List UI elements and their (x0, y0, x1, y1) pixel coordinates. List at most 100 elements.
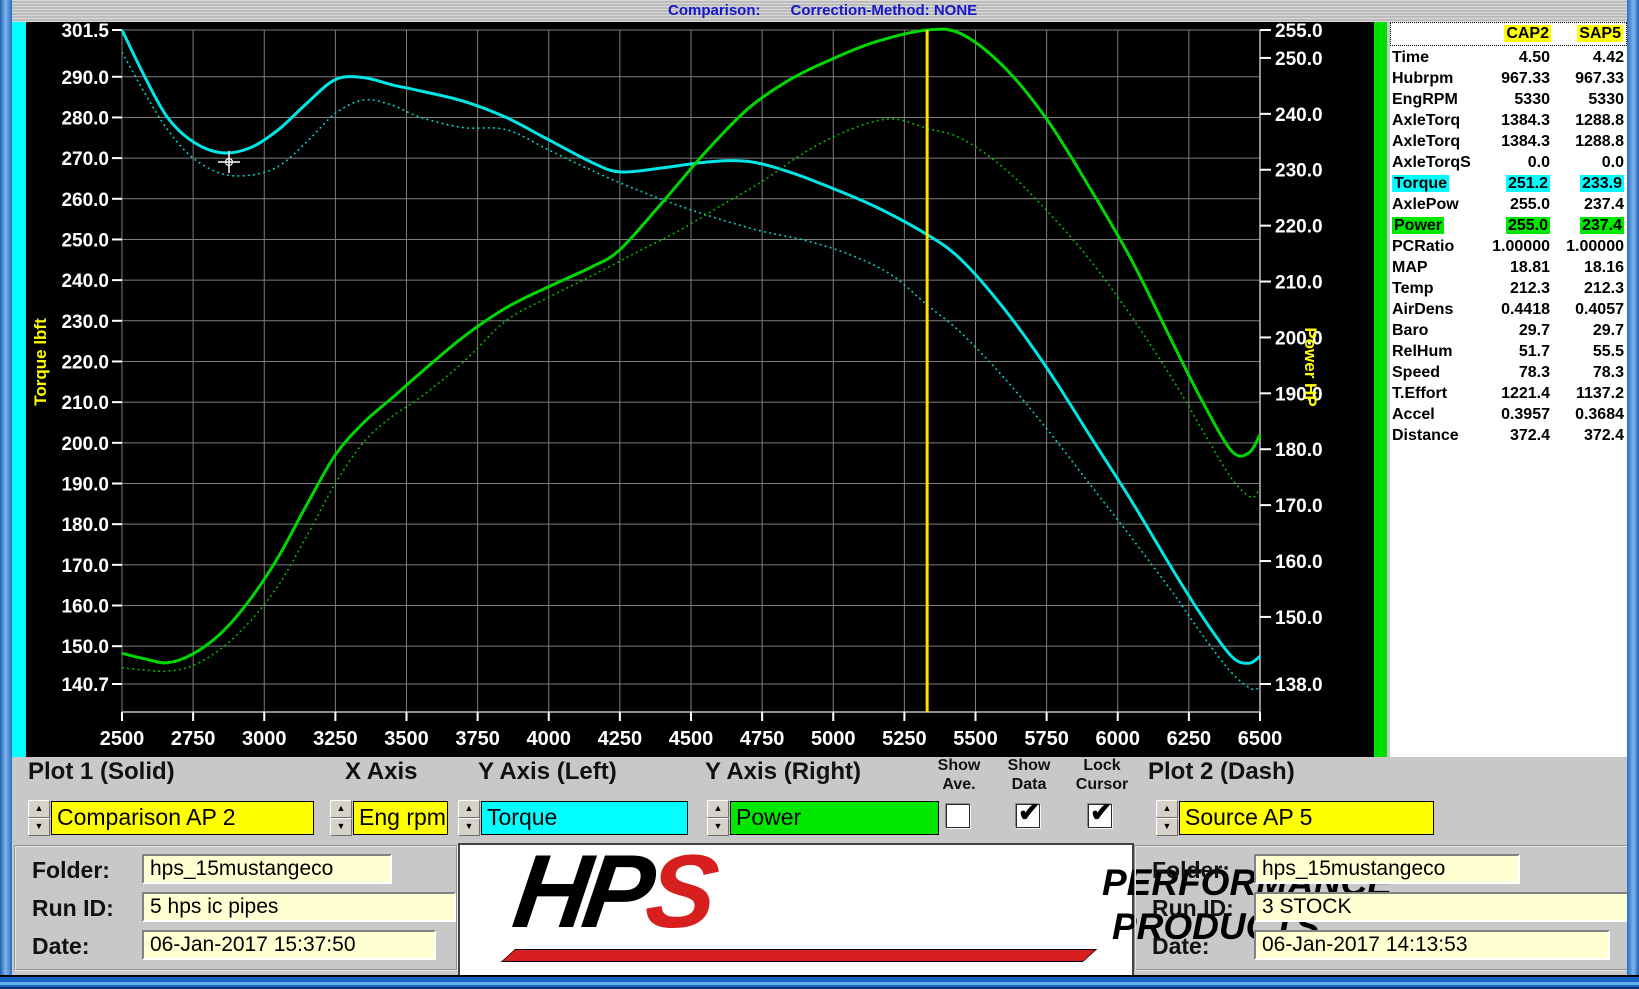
y-right-tick-label: 240.0 (1275, 105, 1323, 126)
show-data-checkbox[interactable]: ✔ (1016, 804, 1040, 828)
run-id-field-left[interactable]: 5 hps ic pipes (142, 892, 456, 922)
plot1-source-dropdown: ▲ ▼ Comparison AP 2 (28, 800, 314, 836)
x-tick-label: 6500 (1238, 728, 1283, 750)
y-left-spinner[interactable]: ▲ ▼ (458, 800, 480, 836)
data-readout-table: CAP2 SAP5 Time4.504.42Hubrpm967.33967.33… (1390, 22, 1627, 757)
table-row: AxleTorq1384.31288.8 (1390, 110, 1627, 131)
y-left-tick-label: 210.0 (61, 393, 109, 414)
y-right-tick-label: 230.0 (1275, 161, 1323, 182)
chart-area: 301.5290.0280.0270.0260.0250.0240.0230.0… (12, 22, 1387, 757)
run-id-label: Run ID: (1152, 895, 1234, 922)
spinner-up-icon[interactable]: ▲ (458, 800, 480, 818)
y-left-tick-label: 190.0 (61, 474, 109, 495)
lock-cursor-label: LockCursor (1062, 756, 1142, 794)
window-border-right (1627, 0, 1639, 989)
x-axis-spinner[interactable]: ▲ ▼ (330, 800, 352, 836)
table-row: EngRPM53305330 (1390, 89, 1627, 110)
lock-cursor-checkbox[interactable]: ✔ (1088, 804, 1112, 828)
y-left-dropdown: ▲ ▼ Torque (458, 800, 688, 836)
y-left-value[interactable]: Torque (481, 801, 688, 835)
plot2-source-dropdown: ▲ ▼ Source AP 5 (1156, 800, 1434, 836)
date-label: Date: (32, 933, 90, 960)
column-header-cap2: CAP2 (1504, 25, 1551, 42)
show-ave-checkbox[interactable] (946, 804, 970, 828)
plot1-source-value[interactable]: Comparison AP 2 (51, 801, 314, 835)
folder-label: Folder: (1152, 857, 1230, 884)
x-tick-label: 5000 (811, 728, 856, 750)
spinner-down-icon[interactable]: ▼ (458, 818, 480, 836)
column-header-sap5: SAP5 (1577, 25, 1623, 42)
y-right-section-label: Y Axis (Right) (705, 758, 861, 786)
x-tick-label: 5750 (1024, 728, 1069, 750)
y-left-tick-label: 160.0 (61, 597, 109, 618)
x-tick-label: 3000 (242, 728, 287, 750)
date-field-left[interactable]: 06-Jan-2017 15:37:50 (142, 930, 436, 960)
y-left-tick-label: 200.0 (61, 434, 109, 455)
spinner-up-icon[interactable]: ▲ (330, 800, 352, 818)
y-right-spinner[interactable]: ▲ ▼ (707, 800, 729, 836)
dyno-app-window: Comparison:Correction-Method: NONE 301.5… (0, 0, 1639, 989)
date-label: Date: (1152, 933, 1210, 960)
x-tick-label: 6000 (1096, 728, 1141, 750)
spinner-down-icon[interactable]: ▼ (330, 818, 352, 836)
spinner-up-icon[interactable]: ▲ (1156, 800, 1178, 818)
y-left-section-label: Y Axis (Left) (478, 758, 617, 786)
table-row: AxlePow255.0237.4 (1390, 194, 1627, 215)
table-row: Accel0.39570.3684 (1390, 404, 1627, 425)
plot1-source-spinner[interactable]: ▲ ▼ (28, 800, 50, 836)
y-right-tick-label: 170.0 (1275, 496, 1323, 517)
x-tick-label: 3250 (313, 728, 358, 750)
show-data-label: ShowData (996, 756, 1062, 794)
run-id-field-right[interactable]: 3 STOCK (1254, 892, 1630, 922)
table-row: MAP18.8118.16 (1390, 257, 1627, 278)
table-row: Hubrpm967.33967.33 (1390, 68, 1627, 89)
y-left-tick-label: 250.0 (61, 230, 109, 251)
y-left-tick-label: 220.0 (61, 352, 109, 373)
title-correction-method: Correction-Method: NONE (791, 2, 978, 19)
x-tick-label: 4000 (527, 728, 572, 750)
title-bar: Comparison: Correction-Method: NONE (0, 0, 1639, 22)
table-row: AirDens0.44180.4057 (1390, 299, 1627, 320)
spinner-up-icon[interactable]: ▲ (28, 800, 50, 818)
y-right-tick-label: 210.0 (1275, 273, 1323, 294)
run-info-panel-left: Folder: hps_15mustangeco Run ID: 5 hps i… (14, 845, 458, 971)
table-row: Baro29.729.7 (1390, 320, 1627, 341)
plot2-section-label: Plot 2 (Dash) (1148, 758, 1295, 786)
table-header-row: CAP2 SAP5 (1390, 22, 1627, 46)
table-row: Distance372.4372.4 (1390, 425, 1627, 446)
x-tick-label: 4500 (669, 728, 714, 750)
title-comparison: Comparison: (668, 2, 761, 19)
table-row: Power255.0237.4 (1390, 215, 1627, 236)
y-left-tick-label: 240.0 (61, 271, 109, 292)
date-field-right[interactable]: 06-Jan-2017 14:13:53 (1254, 930, 1610, 960)
plot2-source-value[interactable]: Source AP 5 (1179, 801, 1434, 835)
folder-field-left[interactable]: hps_15mustangeco (142, 854, 392, 884)
y-right-tick-label: 250.0 (1275, 49, 1323, 70)
chart-background (12, 22, 1387, 757)
y-right-tick-label: 255.0 (1275, 22, 1323, 42)
y-left-tick-label: 270.0 (61, 149, 109, 170)
hps-logo-swoosh (501, 949, 1097, 962)
table-row: T.Effort1221.41137.2 (1390, 383, 1627, 404)
window-border-left (0, 0, 12, 989)
spinner-up-icon[interactable]: ▲ (707, 800, 729, 818)
table-row: PCRatio1.000001.00000 (1390, 236, 1627, 257)
spinner-down-icon[interactable]: ▼ (28, 818, 50, 836)
table-row: RelHum51.755.5 (1390, 341, 1627, 362)
spinner-down-icon[interactable]: ▼ (1156, 818, 1178, 836)
folder-label: Folder: (32, 857, 110, 884)
plot2-source-spinner[interactable]: ▲ ▼ (1156, 800, 1178, 836)
x-tick-label: 5500 (953, 728, 998, 750)
x-axis-value[interactable]: Eng rpm (353, 801, 448, 835)
y-right-tick-label: 150.0 (1275, 608, 1323, 629)
window-border-bottom (0, 975, 1639, 989)
folder-field-right[interactable]: hps_15mustangeco (1254, 854, 1520, 884)
show-ave-label: ShowAve. (924, 756, 994, 794)
dyno-chart: 301.5290.0280.0270.0260.0250.0240.0230.0… (12, 22, 1387, 757)
y-left-tick-label: 180.0 (61, 515, 109, 536)
table-row: Torque251.2233.9 (1390, 173, 1627, 194)
hps-logo-letters: HPS (507, 833, 720, 952)
y-left-tick-label: 170.0 (61, 556, 109, 577)
y-right-value[interactable]: Power (730, 801, 939, 835)
y-right-axis-title: Power HP (1301, 327, 1320, 406)
